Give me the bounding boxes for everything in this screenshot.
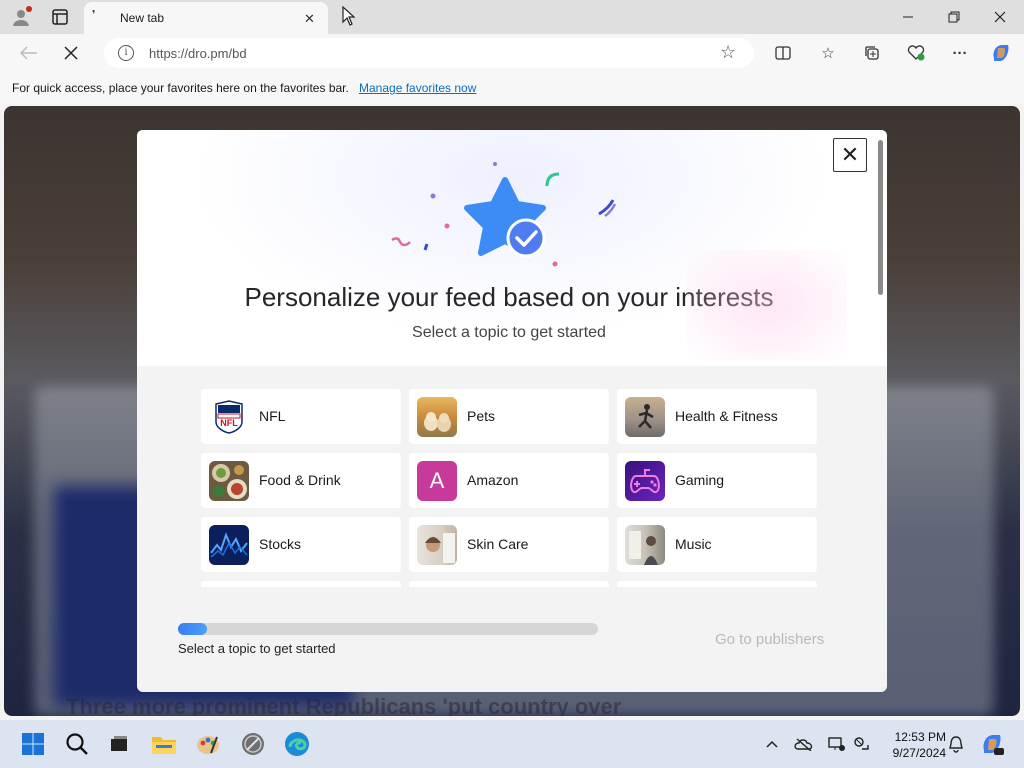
blurred-headline: Three more prominent Republicans 'put co…	[66, 694, 622, 716]
topic-label: Stocks	[259, 536, 302, 552]
copilot-icon[interactable]	[990, 42, 1012, 64]
topic-tile-gaming[interactable]: Gaming	[617, 453, 817, 508]
show-hidden-icons[interactable]	[762, 734, 782, 754]
stop-loading-button[interactable]	[60, 42, 82, 64]
fitness-photo	[625, 397, 665, 437]
topic-tile-stocks[interactable]: Stocks	[201, 517, 401, 572]
close-window-button[interactable]	[990, 8, 1010, 26]
topic-tile-skin-care[interactable]: Skin Care	[409, 517, 609, 572]
taskbar-clock[interactable]: 12:53 PM 9/27/2024	[876, 729, 946, 761]
file-explorer-icon[interactable]	[150, 730, 178, 758]
taskbar: 12:53 PM 9/27/2024	[0, 720, 1024, 768]
modal-subtitle: Select a topic to get started	[412, 324, 606, 341]
modal-close-button[interactable]: ✕	[833, 138, 867, 172]
modal-title: Personalize your feed based on your inte…	[244, 282, 774, 312]
favorites-icon[interactable]: ☆	[817, 42, 839, 64]
onedrive-icon[interactable]	[794, 734, 814, 754]
address-url[interactable]: https://dro.pm/bd	[149, 46, 247, 61]
topics-grid: NFL NFL Pets Health & Fitness Food & Dri…	[201, 389, 821, 587]
copilot-taskbar-icon[interactable]	[980, 732, 1004, 756]
music-photo	[625, 525, 665, 565]
mouse-cursor-icon	[342, 5, 356, 31]
minimize-button[interactable]	[898, 8, 918, 26]
tab-close-icon[interactable]: ✕	[304, 11, 315, 27]
topic-tile-pets[interactable]: Pets	[409, 389, 609, 444]
profile-icon[interactable]	[10, 6, 32, 28]
nfl-shield-icon: NFL	[209, 397, 249, 437]
topic-label: Music	[675, 536, 712, 552]
tab-new-tab[interactable]: ❜ New tab ✕	[84, 2, 328, 34]
topic-tile-partial[interactable]	[201, 581, 401, 587]
browser-toolbar: i https://dro.pm/bd ☆ ☆ ···	[0, 34, 1024, 72]
topic-label: Skin Care	[467, 536, 529, 552]
title-bar: ❜ New tab ✕	[0, 0, 1024, 34]
amazon-letter: A	[429, 468, 445, 493]
address-bar[interactable]: i https://dro.pm/bd ☆	[104, 38, 754, 68]
amazon-letter-icon: A	[417, 461, 457, 501]
pets-photo	[417, 397, 457, 437]
topic-tile-partial[interactable]	[409, 581, 609, 587]
split-screen-icon[interactable]	[772, 42, 794, 64]
star-check-icon	[391, 162, 617, 267]
clock-date: 9/27/2024	[892, 746, 946, 760]
browser-essentials-icon[interactable]	[905, 42, 927, 64]
network-icon[interactable]	[826, 734, 846, 754]
topic-label: Amazon	[467, 472, 519, 488]
add-favorite-star-icon[interactable]: ☆	[720, 42, 736, 63]
topic-label: Food & Drink	[259, 472, 341, 488]
topic-label: Health & Fitness	[675, 408, 778, 424]
modal-scrollbar[interactable]	[878, 140, 883, 295]
topic-tile-partial[interactable]	[617, 581, 817, 587]
svg-text:NFL: NFL	[220, 418, 238, 428]
skincare-photo	[417, 525, 457, 565]
tab-actions-icon[interactable]	[49, 6, 71, 28]
topic-tile-food-drink[interactable]: Food & Drink	[201, 453, 401, 508]
app-globe-icon[interactable]	[239, 730, 267, 758]
clock-time: 12:53 PM	[894, 730, 946, 744]
favorites-bar: For quick access, place your favorites h…	[0, 72, 1024, 104]
topic-tile-health-fitness[interactable]: Health & Fitness	[617, 389, 817, 444]
task-view-icon[interactable]	[105, 730, 133, 758]
manage-favorites-link[interactable]: Manage favorites now	[359, 81, 476, 95]
topic-tile-nfl[interactable]: NFL NFL	[201, 389, 401, 444]
site-info-icon[interactable]: i	[118, 45, 134, 61]
food-photo	[209, 461, 249, 501]
topic-tile-music[interactable]: Music	[617, 517, 817, 572]
topic-label: Pets	[467, 408, 496, 424]
back-button[interactable]	[18, 42, 40, 64]
progress-fill	[178, 623, 208, 635]
stocks-chart-photo	[209, 525, 249, 565]
favorites-bar-message: For quick access, place your favorites h…	[12, 81, 349, 95]
go-to-publishers-button[interactable]: Go to publishers	[715, 631, 824, 648]
gamepad-icon	[625, 461, 665, 501]
search-icon[interactable]	[63, 730, 91, 758]
restore-button[interactable]	[944, 8, 964, 26]
status-icon[interactable]	[851, 734, 871, 754]
more-options-icon[interactable]: ···	[949, 42, 971, 64]
modal-header: Personalize your feed based on your inte…	[137, 130, 887, 366]
notifications-bell-icon[interactable]	[946, 734, 966, 754]
start-windows-icon[interactable]	[19, 730, 47, 758]
progress-label: Select a topic to get started	[178, 641, 336, 656]
loading-icon: ❜	[92, 9, 96, 21]
paint-app-icon[interactable]	[194, 730, 222, 758]
edge-browser-icon[interactable]	[283, 730, 311, 758]
tab-title: New tab	[120, 11, 165, 25]
topic-label: NFL	[259, 408, 286, 424]
progress-bar	[178, 623, 598, 635]
topic-label: Gaming	[675, 472, 725, 488]
collections-icon[interactable]	[861, 42, 883, 64]
topic-tile-amazon[interactable]: A Amazon	[409, 453, 609, 508]
personalize-modal: Personalize your feed based on your inte…	[137, 130, 887, 692]
